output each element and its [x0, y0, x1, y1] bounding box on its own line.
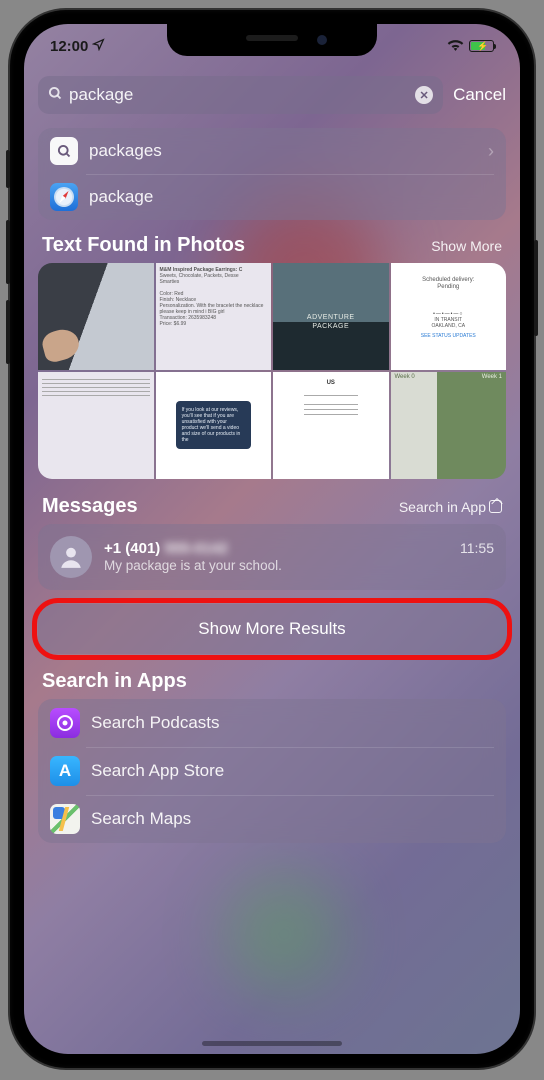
photo-thumbnail[interactable]: If you look at our reviews, you'll see t…: [156, 372, 272, 479]
messages-card: +1 (401) 555-0142 11:55 My package is at…: [38, 524, 506, 590]
suggestion-label: package: [89, 187, 494, 207]
suggestions-card: packages › package: [38, 128, 506, 220]
app-label: Search Podcasts: [91, 713, 494, 733]
search-in-app-button[interactable]: Search in App: [399, 499, 502, 515]
avatar: [50, 536, 92, 578]
clock: 12:00: [50, 38, 88, 55]
search-icon: [50, 137, 78, 165]
apps-section-header: Search in Apps: [38, 670, 506, 693]
home-indicator[interactable]: [202, 1041, 342, 1046]
app-label: Search Maps: [91, 809, 494, 829]
phone-frame: 12:00 ⚡: [10, 10, 534, 1068]
safari-icon: [50, 183, 78, 211]
location-icon: [92, 38, 105, 55]
search-icon: [48, 86, 63, 105]
photo-thumbnail[interactable]: US: [273, 372, 389, 479]
search-input[interactable]: [69, 85, 409, 105]
screen: 12:00 ⚡: [24, 24, 520, 1054]
external-link-icon: [489, 500, 502, 513]
side-button: [6, 300, 10, 364]
chevron-right-icon: ›: [488, 141, 494, 162]
appstore-icon: A: [50, 756, 80, 786]
section-title: Search in Apps: [42, 670, 187, 693]
podcasts-icon: [50, 708, 80, 738]
cancel-button[interactable]: Cancel: [453, 85, 506, 105]
suggestion-label: packages: [89, 141, 477, 161]
app-row-maps[interactable]: Search Maps: [38, 795, 506, 843]
photo-thumbnail[interactable]: M&M Inspired Package Earrings: C Sweets,…: [156, 263, 272, 370]
message-preview: My package is at your school.: [104, 558, 494, 573]
photo-thumbnail[interactable]: Scheduled delivery: Pending •—•—•—○ IN T…: [391, 263, 507, 370]
photo-thumbnail[interactable]: [38, 263, 154, 370]
app-row-podcasts[interactable]: Search Podcasts: [38, 699, 506, 747]
side-button: [6, 220, 10, 284]
side-button: [534, 240, 538, 336]
photo-grid: M&M Inspired Package Earrings: C Sweets,…: [38, 263, 506, 479]
wifi-icon: [447, 38, 464, 55]
photos-section-header: Text Found in Photos Show More: [38, 234, 506, 257]
message-time: 11:55: [460, 540, 494, 556]
apps-card: Search Podcasts A Search App Store Searc…: [38, 699, 506, 843]
search-field[interactable]: ✕: [38, 76, 443, 114]
suggestion-row[interactable]: package: [38, 174, 506, 220]
message-row[interactable]: +1 (401) 555-0142 11:55 My package is at…: [38, 524, 506, 590]
show-more-photos[interactable]: Show More: [431, 238, 502, 254]
app-row-appstore[interactable]: A Search App Store: [38, 747, 506, 795]
photo-thumbnail[interactable]: [38, 372, 154, 479]
notch: [167, 24, 377, 56]
battery-icon: ⚡: [469, 40, 494, 52]
photo-thumbnail[interactable]: Week 0 Week 1: [391, 372, 507, 479]
photo-thumbnail[interactable]: ADVENTURE PACKAGE: [273, 263, 389, 370]
suggestion-row[interactable]: packages ›: [38, 128, 506, 174]
message-sender: +1 (401) 555-0142: [104, 540, 228, 557]
clear-search-button[interactable]: ✕: [415, 86, 433, 104]
messages-section-header: Messages Search in App: [38, 495, 506, 518]
maps-icon: [50, 804, 80, 834]
side-button: [6, 150, 10, 188]
section-title: Text Found in Photos: [42, 234, 245, 257]
show-more-results-button[interactable]: Show More Results: [38, 604, 506, 654]
app-label: Search App Store: [91, 761, 494, 781]
section-title: Messages: [42, 495, 138, 518]
